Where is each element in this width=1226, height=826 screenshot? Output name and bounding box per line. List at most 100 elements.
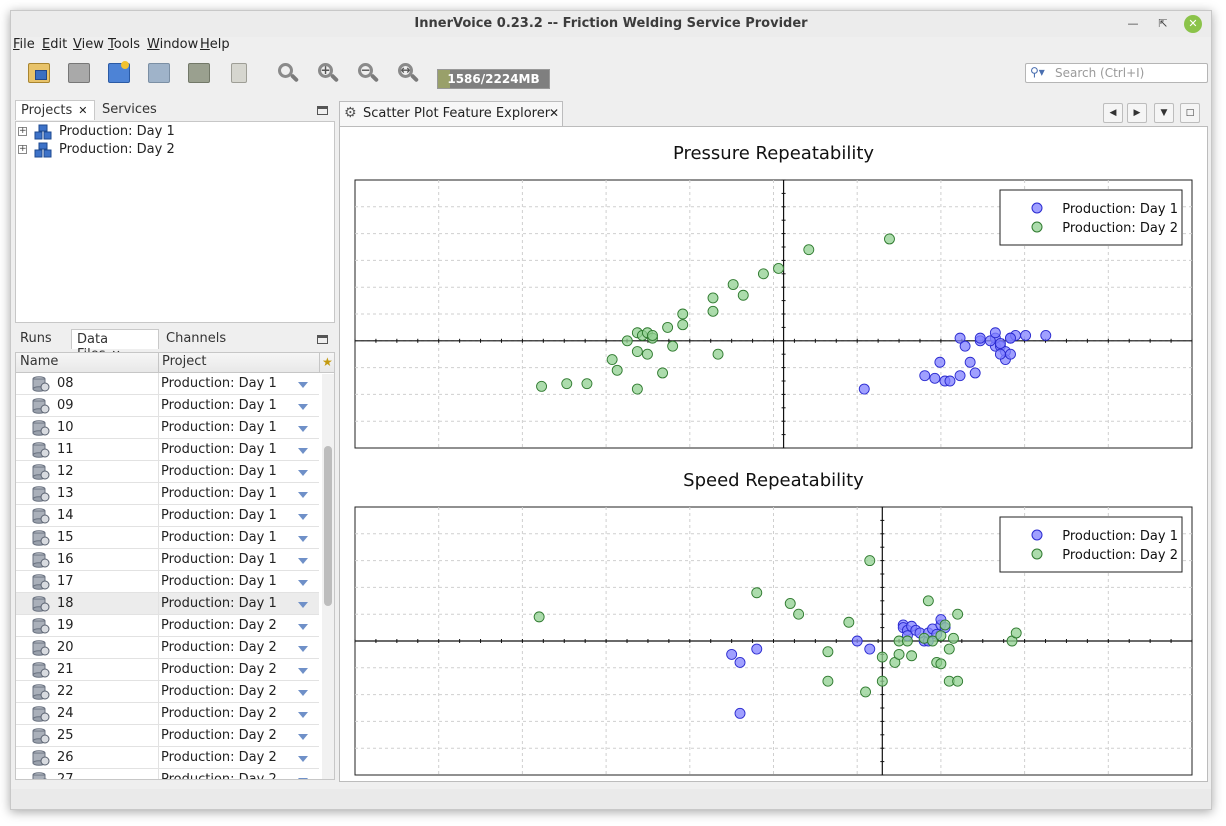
cube-button[interactable] <box>145 60 173 88</box>
table-row[interactable]: 18 Production: Day 1 <box>16 593 319 615</box>
chart-button[interactable] <box>185 60 213 88</box>
menu-edit[interactable]: Edit <box>42 37 67 52</box>
tab-channels[interactable]: Channels <box>161 329 231 349</box>
table-row[interactable]: 10 Production: Day 1 <box>16 417 319 439</box>
menu-tools[interactable]: Tools <box>108 37 140 52</box>
point-day2 <box>860 686 872 698</box>
save-button[interactable] <box>65 60 93 88</box>
table-row[interactable]: 11 Production: Day 1 <box>16 439 319 461</box>
table-row[interactable]: 24 Production: Day 2 <box>16 703 319 725</box>
database-icon <box>32 728 50 744</box>
database-icon <box>32 574 50 590</box>
dropdown-arrow-icon[interactable] <box>298 646 308 652</box>
vertical-scrollbar[interactable] <box>322 374 334 779</box>
scroll-tabs-left-button[interactable]: ◀ <box>1103 103 1123 123</box>
table-row[interactable]: 26 Production: Day 2 <box>16 747 319 769</box>
table-row[interactable]: 13 Production: Day 1 <box>16 483 319 505</box>
cell-separator <box>158 725 159 747</box>
restore-button[interactable]: ⇱ <box>1154 15 1172 33</box>
dropdown-arrow-icon[interactable] <box>298 668 308 674</box>
table-row[interactable]: 20 Production: Day 2 <box>16 637 319 659</box>
menu-mnemonic: V <box>73 37 82 52</box>
zoom-in-button[interactable]: + <box>313 60 341 88</box>
dropdown-arrow-icon[interactable] <box>298 756 308 762</box>
menu-window[interactable]: Window <box>147 37 198 52</box>
point-day1 <box>1005 332 1016 344</box>
menu-help[interactable]: Help <box>200 37 230 52</box>
close-icon[interactable]: ✕ <box>78 104 87 117</box>
table-row[interactable]: 12 Production: Day 1 <box>16 461 319 483</box>
column-separator[interactable] <box>158 353 159 373</box>
scroll-tabs-right-button[interactable]: ▶ <box>1127 103 1147 123</box>
title-bar: InnerVoice 0.23.2 -- Friction Welding Se… <box>11 11 1211 37</box>
table-row[interactable]: 27 Production: Day 2 <box>16 769 319 779</box>
table-row[interactable]: 08 Production: Day 1 <box>16 373 319 395</box>
dropdown-arrow-icon[interactable] <box>298 602 308 608</box>
dropdown-arrow-icon[interactable] <box>298 712 308 718</box>
cell-separator <box>158 461 159 483</box>
search-field[interactable]: ⚲▾ Search (Ctrl+I) <box>1025 63 1208 83</box>
minimize-panel-button[interactable] <box>317 106 328 115</box>
dropdown-arrow-icon[interactable] <box>298 778 308 779</box>
table-row[interactable]: 17 Production: Day 1 <box>16 571 319 593</box>
table-row[interactable]: 22 Production: Day 2 <box>16 681 319 703</box>
dropdown-arrow-icon[interactable] <box>298 448 308 454</box>
table-row[interactable]: 19 Production: Day 2 <box>16 615 319 637</box>
tab-scatter-explorer[interactable]: ⚙ Scatter Plot Feature Explorer ✕ <box>339 101 563 126</box>
dropdown-arrow-icon[interactable] <box>298 404 308 410</box>
dropdown-arrow-icon[interactable] <box>298 382 308 388</box>
dropdown-arrow-icon[interactable] <box>298 690 308 696</box>
dropdown-arrow-icon[interactable] <box>298 536 308 542</box>
tab-projects[interactable]: Projects ✕ <box>15 100 95 120</box>
dropdown-arrow-icon[interactable] <box>298 492 308 498</box>
dropdown-arrow-icon[interactable] <box>298 470 308 476</box>
tab-data-files[interactable]: Data Files✕ <box>71 329 159 362</box>
zoom-out-button[interactable]: − <box>353 60 381 88</box>
table-row[interactable]: 16 Production: Day 1 <box>16 549 319 571</box>
new-project-button[interactable] <box>105 60 133 88</box>
zoom-fit-button[interactable]: ↔ <box>393 60 421 88</box>
tab-list-button[interactable]: ▼ <box>1154 103 1174 123</box>
table-row[interactable]: 15 Production: Day 1 <box>16 527 319 549</box>
database-icon <box>32 552 50 568</box>
memory-indicator[interactable]: 1586/2224MB <box>437 69 550 89</box>
scrollbar-thumb[interactable] <box>324 446 332 606</box>
table-row[interactable]: 09 Production: Day 1 <box>16 395 319 417</box>
menu-file[interactable]: File <box>13 37 35 52</box>
zoom-button[interactable] <box>273 60 301 88</box>
dropdown-arrow-icon[interactable] <box>298 624 308 630</box>
column-header-name[interactable]: Name <box>20 354 58 369</box>
menu-view[interactable]: View <box>73 37 104 52</box>
table-row[interactable]: 14 Production: Day 1 <box>16 505 319 527</box>
star-icon <box>121 61 129 69</box>
dropdown-arrow-icon[interactable] <box>298 426 308 432</box>
table-row[interactable]: 21 Production: Day 2 <box>16 659 319 681</box>
close-window-button[interactable]: ✕ <box>1184 15 1202 33</box>
tree-item-day2[interactable]: + Production: Day 2 <box>16 141 334 159</box>
tab-services[interactable]: Services <box>97 100 167 120</box>
table-row[interactable]: 25 Production: Day 2 <box>16 725 319 747</box>
point-day2 <box>773 262 784 274</box>
column-separator[interactable] <box>319 353 320 373</box>
minimize-button[interactable]: — <box>1124 15 1142 33</box>
point-day2 <box>793 608 805 620</box>
document-button[interactable] <box>225 60 253 88</box>
open-project-button[interactable] <box>25 60 53 88</box>
point-day2 <box>712 348 724 360</box>
dropdown-arrow-icon[interactable] <box>298 558 308 564</box>
column-header-project[interactable]: Project <box>162 354 206 369</box>
column-chooser-icon[interactable]: ★ <box>322 355 333 369</box>
dropdown-arrow-icon[interactable] <box>298 514 308 520</box>
dropdown-arrow-icon[interactable] <box>298 580 308 586</box>
dropdown-arrow-icon[interactable] <box>298 734 308 740</box>
minimize-panel-button[interactable] <box>317 335 328 344</box>
close-icon[interactable]: ✕ <box>549 106 559 120</box>
expand-icon[interactable]: + <box>18 145 27 154</box>
point-day2 <box>952 675 964 687</box>
tab-runs[interactable]: Runs <box>15 329 67 349</box>
tree-item-day1[interactable]: + Production: Day 1 <box>16 123 334 141</box>
expand-icon[interactable]: + <box>18 127 27 136</box>
file-project: Production: Day 1 <box>161 376 277 391</box>
cell-separator <box>158 439 159 461</box>
maximize-editor-button[interactable]: □ <box>1180 103 1200 123</box>
